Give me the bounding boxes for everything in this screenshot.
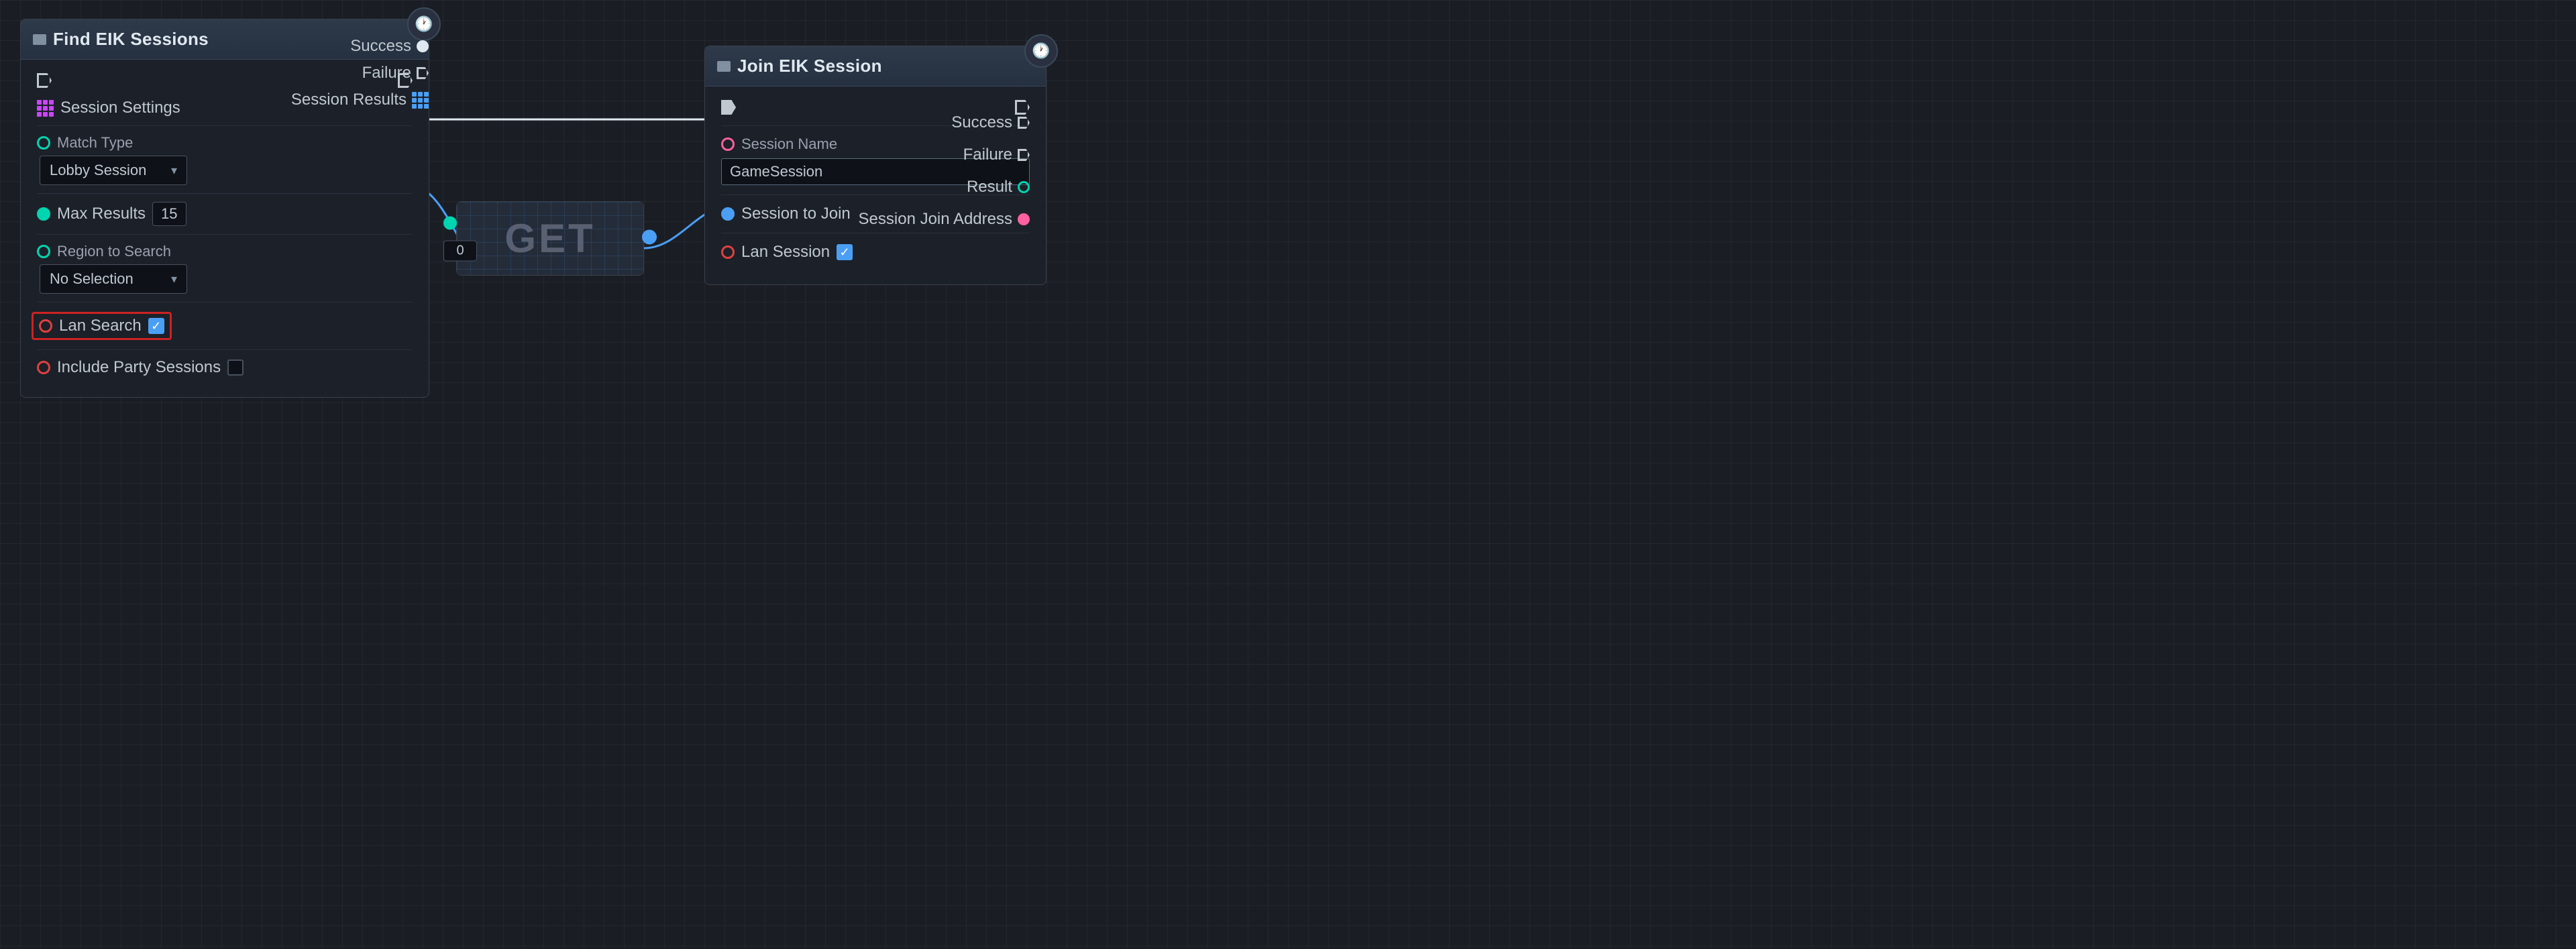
join-node-icon <box>717 61 731 72</box>
join-exec-in[interactable] <box>721 100 736 115</box>
join-node-body: Success Failure Result Session Join Addr… <box>705 87 1046 284</box>
failure-pin[interactable] <box>417 67 429 79</box>
max-results-value[interactable]: 15 <box>152 202 186 226</box>
match-type-dropdown[interactable]: Lobby Session ▾ <box>40 156 187 185</box>
lan-session-pin[interactable] <box>721 245 735 259</box>
max-results-label: Max Results <box>57 205 146 223</box>
include-party-row: Include Party Sessions <box>37 358 413 377</box>
match-type-arrow: ▾ <box>171 164 177 178</box>
include-party-checkbox[interactable] <box>227 359 244 376</box>
join-success-pin[interactable] <box>1018 117 1030 129</box>
session-settings-icon <box>37 100 54 117</box>
lan-session-row: Lan Session ✓ <box>721 243 1030 262</box>
get-label: GET <box>504 215 595 262</box>
join-failure-label: Failure <box>963 146 1012 164</box>
success-pin[interactable] <box>417 40 429 52</box>
max-results-row: Max Results 15 <box>37 202 413 226</box>
join-exec-out[interactable] <box>1015 100 1030 115</box>
get-node: 0 GET <box>456 201 644 276</box>
success-output-label: Success <box>350 37 411 56</box>
region-section: Region to Search No Selection ▾ <box>37 243 413 294</box>
session-name-pin[interactable] <box>721 137 735 151</box>
lan-search-row: Lan Search ✓ <box>37 311 413 341</box>
lan-search-label: Lan Search <box>59 317 142 335</box>
session-to-join-label: Session to Join <box>741 205 851 223</box>
lan-search-pin[interactable] <box>39 319 52 333</box>
join-node-title: Join EIK Session <box>737 56 882 76</box>
find-node-clock: 🕐 <box>407 7 441 41</box>
find-node-body: Session Settings Success Failure Session… <box>21 60 429 397</box>
failure-output-label: Failure <box>362 64 411 82</box>
join-address-pin[interactable] <box>1018 213 1030 225</box>
lan-search-checkbox[interactable]: ✓ <box>148 318 164 334</box>
region-arrow: ▾ <box>171 272 177 286</box>
find-node-icon <box>33 34 46 45</box>
match-type-label: Match Type <box>57 134 133 152</box>
region-label: Region to Search <box>57 243 171 260</box>
join-node-header: Join EIK Session <box>705 46 1046 87</box>
join-exec-row <box>721 100 1030 115</box>
find-exec-row <box>37 73 413 88</box>
include-party-pin[interactable] <box>37 361 50 374</box>
join-result-label: Result <box>967 178 1012 197</box>
region-value: No Selection <box>50 270 133 288</box>
join-result-pin[interactable] <box>1018 181 1030 193</box>
get-node-body: 0 GET <box>457 202 643 275</box>
find-exec-in[interactable] <box>37 73 52 88</box>
lan-session-checkbox[interactable]: ✓ <box>837 244 853 260</box>
match-type-value: Lobby Session <box>50 162 146 179</box>
session-to-join-pin[interactable] <box>721 207 735 221</box>
region-pin[interactable] <box>37 245 50 258</box>
lan-session-label: Lan Session <box>741 243 830 262</box>
join-node-clock: 🕐 <box>1024 34 1058 68</box>
region-dropdown[interactable]: No Selection ▾ <box>40 264 187 294</box>
session-results-icon <box>412 92 429 109</box>
match-type-pin[interactable] <box>37 136 50 150</box>
get-right-pin[interactable] <box>642 229 657 244</box>
join-failure-pin[interactable] <box>1018 149 1030 161</box>
join-eik-session-node: 🕐 Join EIK Session Success Failure Resul… <box>704 46 1046 285</box>
find-eik-sessions-node: 🕐 Find EIK Sessions Session Settings Suc… <box>20 19 429 398</box>
include-party-label: Include Party Sessions <box>57 358 221 377</box>
max-results-pin[interactable] <box>37 207 50 221</box>
match-type-section: Match Type Lobby Session ▾ <box>37 134 413 185</box>
session-name-label: Session Name <box>741 135 837 153</box>
session-settings-label: Session Settings <box>60 99 180 117</box>
lan-search-highlight: Lan Search ✓ <box>32 312 172 340</box>
get-left-exec-pin[interactable] <box>443 216 457 229</box>
get-index-value[interactable]: 0 <box>443 240 477 261</box>
find-node-title: Find EIK Sessions <box>53 29 209 50</box>
session-results-output-label: Session Results <box>291 91 407 109</box>
join-success-label: Success <box>951 113 1012 132</box>
join-address-label: Session Join Address <box>859 210 1012 229</box>
